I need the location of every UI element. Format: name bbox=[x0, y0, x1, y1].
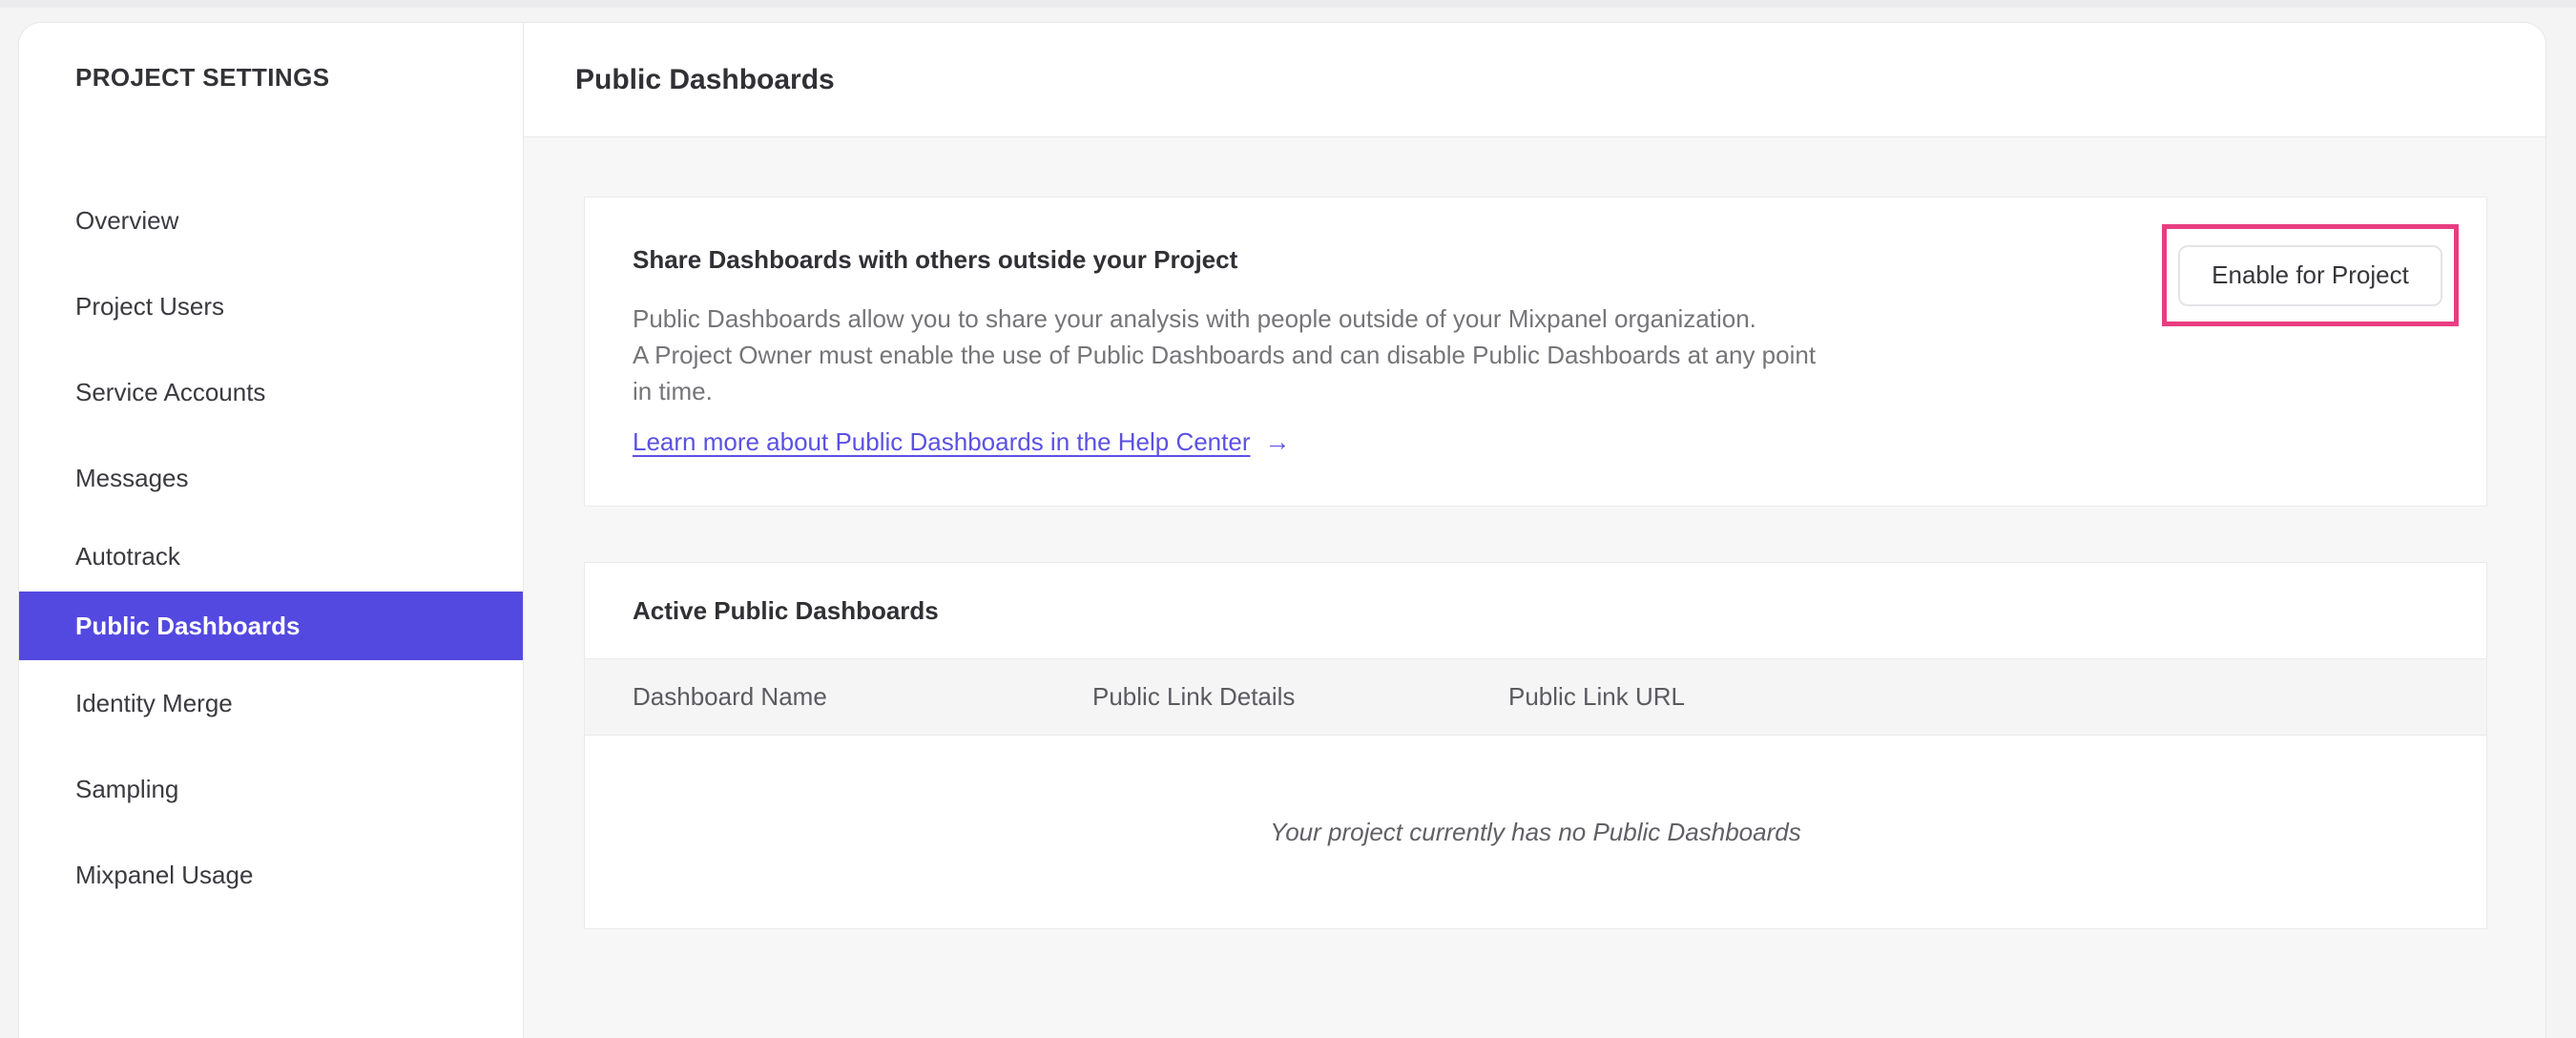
sidebar-item-service-accounts[interactable]: Service Accounts bbox=[19, 349, 523, 435]
content-area: Share Dashboards with others outside you… bbox=[524, 137, 2545, 1038]
empty-state-message: Your project currently has no Public Das… bbox=[1270, 817, 1801, 846]
active-dashboards-title-row: Active Public Dashboards bbox=[585, 563, 2486, 658]
active-dashboards-card: Active Public Dashboards Dashboard Name … bbox=[584, 562, 2487, 929]
column-header-dashboard-name: Dashboard Name bbox=[633, 682, 827, 711]
sidebar-item-messages[interactable]: Messages bbox=[19, 435, 523, 521]
settings-sidebar: PROJECT SETTINGS Overview Project Users … bbox=[19, 23, 524, 1038]
sidebar-item-identity-merge[interactable]: Identity Merge bbox=[19, 660, 523, 746]
column-header-public-link-url: Public Link URL bbox=[1508, 682, 1685, 711]
sidebar-item-public-dashboards[interactable]: Public Dashboards bbox=[19, 592, 523, 660]
help-center-link[interactable]: Learn more about Public Dashboards in th… bbox=[633, 427, 1291, 457]
help-center-link-label: Learn more about Public Dashboards in th… bbox=[633, 427, 1251, 456]
enable-for-project-button[interactable]: Enable for Project bbox=[2178, 244, 2442, 306]
share-card-description: Public Dashboards allow you to share you… bbox=[633, 301, 2143, 409]
active-dashboards-title: Active Public Dashboards bbox=[633, 595, 939, 625]
arrow-right-icon: → bbox=[1264, 427, 1291, 456]
sidebar-item-autotrack[interactable]: Autotrack bbox=[19, 521, 523, 592]
annotation-highlight-box: Enable for Project bbox=[2162, 224, 2459, 326]
column-header-public-link-details: Public Link Details bbox=[1092, 682, 1296, 711]
dashboards-table-empty-state: Your project currently has no Public Das… bbox=[585, 736, 2486, 928]
dashboards-table-header: Dashboard Name Public Link Details Publi… bbox=[585, 658, 2486, 736]
project-settings-app: PROJECT SETTINGS Overview Project Users … bbox=[18, 22, 2546, 1038]
share-card-description-line: A Project Owner must enable the use of P… bbox=[633, 341, 1817, 369]
sidebar-item-overview[interactable]: Overview bbox=[19, 177, 523, 263]
sidebar-item-project-users[interactable]: Project Users bbox=[19, 263, 523, 349]
sidebar-item-sampling[interactable]: Sampling bbox=[19, 746, 523, 832]
settings-nav: Overview Project Users Service Accounts … bbox=[19, 177, 523, 918]
sidebar-item-mixpanel-usage[interactable]: Mixpanel Usage bbox=[19, 832, 523, 918]
page-title: Public Dashboards bbox=[575, 63, 835, 95]
share-dashboards-card: Share Dashboards with others outside you… bbox=[584, 197, 2487, 507]
share-card-heading: Share Dashboards with others outside you… bbox=[633, 245, 1238, 274]
share-card-description-line: in time. bbox=[633, 377, 713, 405]
sidebar-title: PROJECT SETTINGS bbox=[75, 63, 330, 92]
page-header: Public Dashboards bbox=[524, 23, 2545, 137]
share-card-description-line: Public Dashboards allow you to share you… bbox=[633, 304, 1756, 333]
